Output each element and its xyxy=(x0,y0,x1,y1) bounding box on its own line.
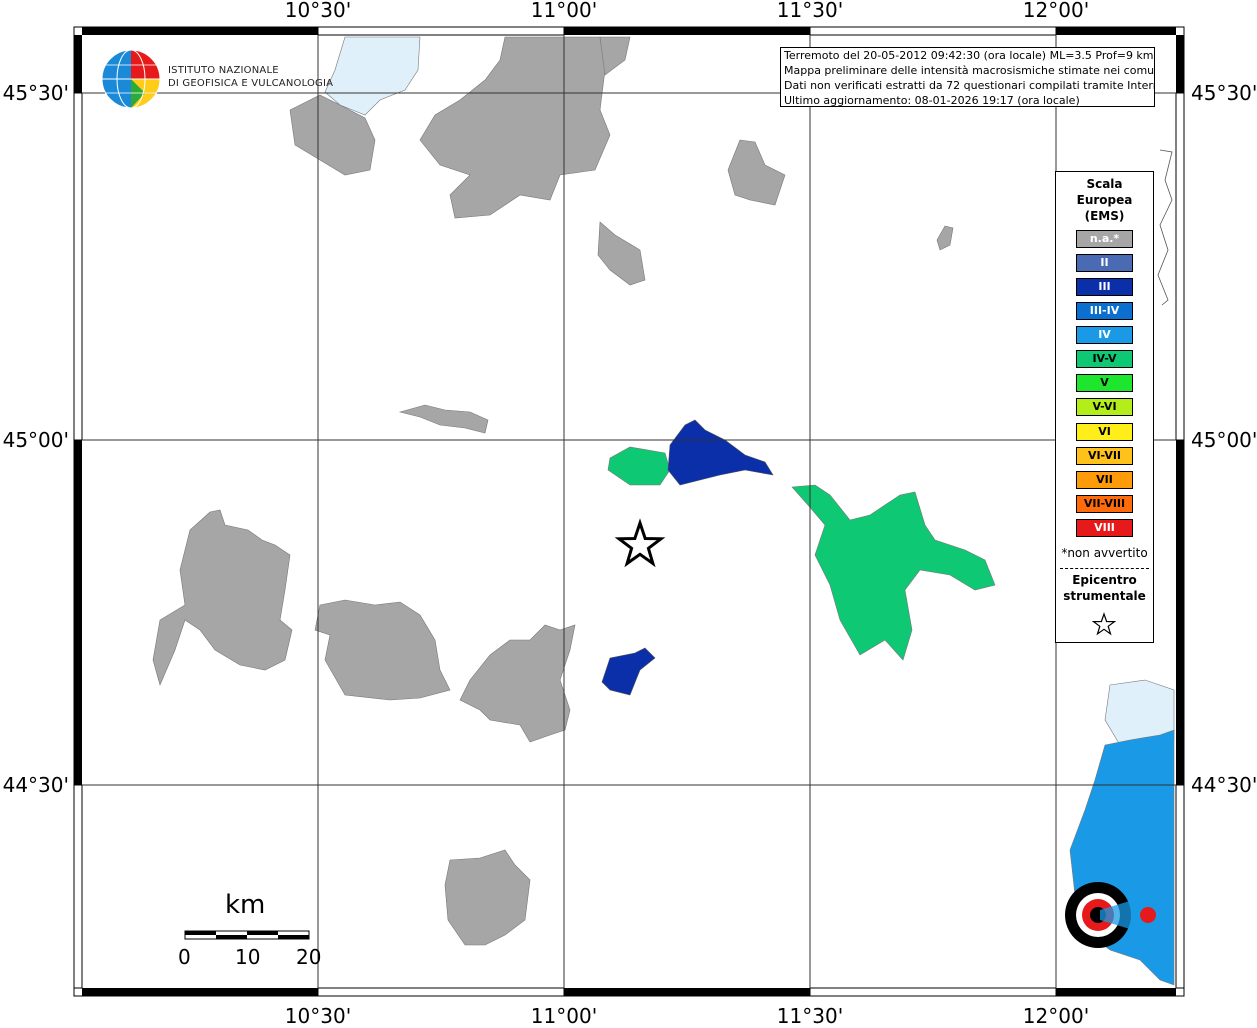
ingv-logo-line2: DI GEOFISICA E VULCANOLOGIA xyxy=(168,78,334,89)
ingv-logo-line1: ISTITUTO NAZIONALE xyxy=(168,65,279,76)
ems-legend: Scala Europea (EMS) n.a.* II III III-IV … xyxy=(1055,171,1154,643)
lat-label-left-2: 45°00' xyxy=(3,428,69,452)
scale-bar xyxy=(184,930,310,940)
event-info-line3: Dati non verificati estratti da 72 quest… xyxy=(784,79,1155,92)
legend-title-line2: Europea xyxy=(1076,193,1133,207)
legend-item-vi-vii: VI-VII xyxy=(1076,447,1133,465)
ingv-globe-icon xyxy=(101,49,161,109)
lat-labels-right: 45°30' 45°00' 44°30' xyxy=(1191,81,1257,797)
legend-item-vi: VI xyxy=(1076,423,1133,441)
event-info-line1: Terremoto del 20-05-2012 09:42:30 (ora l… xyxy=(784,49,1154,62)
legend-item-v-vi: V-VI xyxy=(1076,398,1133,416)
scale-label-0: 0 xyxy=(178,945,191,969)
legend-item-iv-v: IV-V xyxy=(1076,350,1133,368)
lon-labels-top: 10°30' 11°00' 11°30' 12°00' xyxy=(285,0,1089,22)
legend-item-ii: II xyxy=(1076,254,1133,272)
legend-note: *non avvertito xyxy=(1061,546,1148,560)
lon-label-top-3: 11°30' xyxy=(777,0,843,22)
lon-label-top-4: 12°00' xyxy=(1023,0,1089,22)
event-info-line2: Mappa preliminare delle intensità macros… xyxy=(784,64,1155,77)
intensity-map: 10°30' 11°00' 11°30' 12°00' 10°30' 11°00… xyxy=(0,0,1257,1028)
legend-item-na: n.a.* xyxy=(1076,230,1133,248)
legend-item-iv: IV xyxy=(1076,326,1133,344)
legend-epicenter-line2: strumentale xyxy=(1063,589,1146,603)
legend-item-iii: III xyxy=(1076,278,1133,296)
lon-label-bottom-3: 11°30' xyxy=(777,1004,843,1024)
legend-title-line1: Scala xyxy=(1086,177,1123,191)
lon-labels-bottom: 10°30' 11°00' 11°30' 12°00' xyxy=(285,1004,1089,1028)
legend-epicenter-label: Epicentro strumentale xyxy=(1056,572,1153,604)
lon-label-top-1: 10°30' xyxy=(285,0,351,22)
scale-label-10: 10 xyxy=(235,945,261,969)
legend-item-v: V xyxy=(1076,374,1133,392)
legend-divider xyxy=(1060,568,1149,569)
event-info-box: Terremoto del 20-05-2012 09:42:30 (ora l… xyxy=(780,47,1155,107)
legend-item-vii: VII xyxy=(1076,471,1133,489)
scale-unit: km xyxy=(225,890,266,920)
lon-label-bottom-2: 11°00' xyxy=(531,1004,597,1024)
legend-item-viii: VIII xyxy=(1076,519,1133,537)
lat-label-left-3: 44°30' xyxy=(3,773,69,797)
legend-title: Scala Europea (EMS) xyxy=(1056,176,1153,224)
lon-label-top-2: 11°00' xyxy=(531,0,597,22)
lon-label-bottom-4: 12°00' xyxy=(1023,1004,1089,1024)
lat-label-right-2: 45°00' xyxy=(1191,428,1257,452)
scale-label-20: 20 xyxy=(296,945,322,969)
lat-label-left-1: 45°30' xyxy=(3,81,69,105)
map-frame xyxy=(73,26,1185,997)
lat-label-right-3: 44°30' xyxy=(1191,773,1257,797)
ingv-logo-text: ISTITUTO NAZIONALE DI GEOFISICA E VULCAN… xyxy=(168,64,333,90)
legend-title-line3: (EMS) xyxy=(1084,209,1125,223)
legend-item-vii-viii: VII-VIII xyxy=(1076,495,1133,513)
lon-label-bottom-1: 10°30' xyxy=(285,1004,351,1024)
legend-star-icon xyxy=(1092,612,1116,636)
lat-labels-left: 45°30' 45°00' 44°30' xyxy=(3,81,69,797)
legend-epicenter-line1: Epicentro xyxy=(1072,573,1137,587)
legend-item-iii-iv: III-IV xyxy=(1076,302,1133,320)
event-info-line4: Ultimo aggiornamento: 08-01-2026 19:17 (… xyxy=(784,94,1080,107)
lat-label-right-1: 45°30' xyxy=(1191,81,1257,105)
